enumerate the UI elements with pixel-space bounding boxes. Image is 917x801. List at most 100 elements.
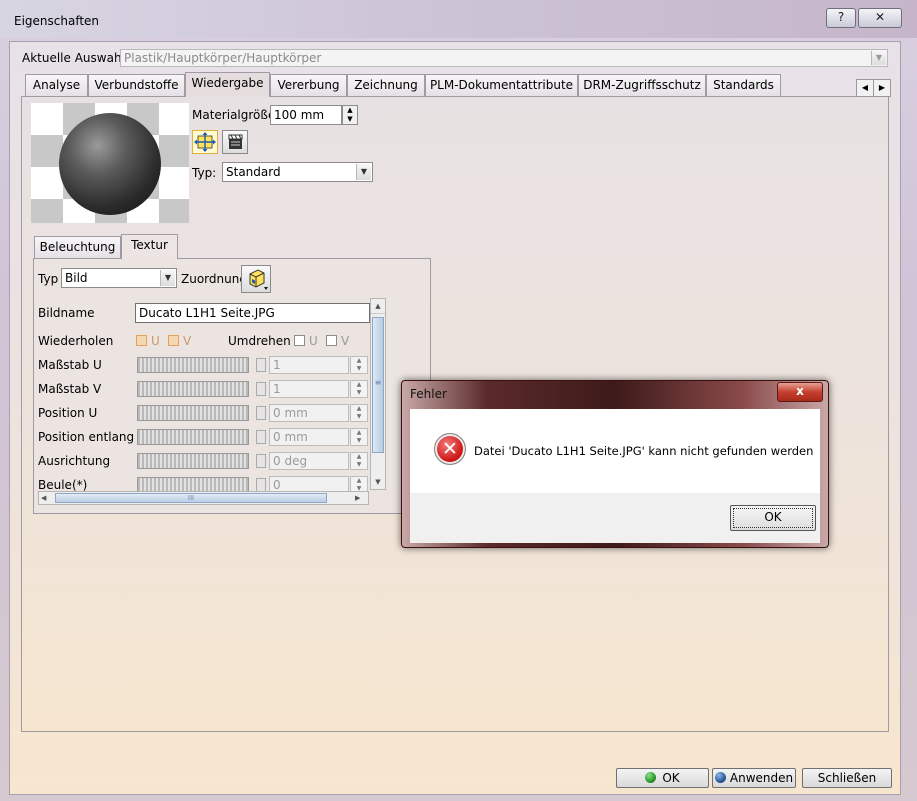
title-bar[interactable]: Eigenschaften ? ✕: [0, 0, 917, 38]
cube-mapping-icon: [249, 269, 268, 290]
flip-u-checkbox[interactable]: [294, 335, 305, 346]
flip-label: Umdrehen: [228, 334, 291, 348]
ok-button-label: OK: [662, 771, 680, 785]
mapping-editor-button[interactable]: [222, 130, 248, 154]
error-x-icon: ✕: [434, 433, 466, 465]
selection-label: Aktuelle Auswahl:: [22, 51, 129, 65]
param-spinner[interactable]: ▲ ▼: [350, 404, 368, 422]
chevron-down-icon: ▼: [160, 270, 175, 286]
green-dot-icon: [645, 772, 657, 783]
param-value-field[interactable]: 0 mm: [269, 404, 349, 422]
fit-size-button[interactable]: [192, 130, 218, 154]
param-slider-button[interactable]: [256, 478, 266, 492]
tab-standards[interactable]: Standards: [706, 74, 781, 96]
param-label: Ausrichtung: [38, 454, 111, 468]
param-slider[interactable]: [137, 453, 249, 469]
repeat-u-label: U: [151, 334, 160, 348]
param-slider-button[interactable]: [256, 454, 266, 468]
chevron-down-icon: ▼: [356, 164, 371, 180]
tab-drm-zugriffsschutz[interactable]: DRM-Zugriffsschutz: [578, 74, 706, 96]
param-value-field[interactable]: 1: [269, 380, 349, 398]
param-label: Position U: [38, 406, 98, 420]
ok-button[interactable]: OK: [616, 768, 709, 788]
tab-vererbung[interactable]: Vererbung: [270, 74, 347, 96]
param-slider[interactable]: [137, 405, 249, 421]
selection-combo: Plastik/Hauptkörper/Hauptkörper ▼: [120, 49, 888, 67]
h-scroll-thumb[interactable]: III: [55, 493, 327, 503]
error-dialog-close-button[interactable]: x: [777, 382, 823, 402]
scroll-left-icon[interactable]: ◀: [41, 492, 46, 504]
repeat-v-label: V: [183, 334, 192, 348]
tab-scroll-right-icon[interactable]: ▶: [873, 79, 891, 97]
clapperboard-icon: [228, 134, 243, 149]
param-spinner[interactable]: ▲ ▼: [350, 428, 368, 446]
param-label: Maßstab U: [38, 358, 102, 372]
error-dialog-footer: OK: [410, 493, 820, 543]
tab-scroll-left-icon[interactable]: ◀: [856, 79, 874, 97]
tab-verbundstoffe[interactable]: Verbundstoffe: [88, 74, 185, 96]
param-spinner[interactable]: ▲ ▼: [350, 356, 368, 374]
error-message: Datei 'Ducato L1H1 Seite.JPG' kann nicht…: [474, 444, 814, 458]
texture-horizontal-scrollbar[interactable]: ◀ III ▶: [38, 491, 369, 505]
repeat-u-checkbox[interactable]: [136, 335, 147, 346]
apply-button[interactable]: Anwenden: [712, 768, 796, 788]
properties-window: Eigenschaften ? ✕ Aktuelle Auswahl: Plas…: [0, 0, 917, 801]
chevron-down-icon: ▼: [871, 51, 886, 65]
param-slider[interactable]: [137, 429, 249, 445]
image-name-input[interactable]: Ducato L1H1 Seite.JPG: [135, 303, 370, 323]
param-spinner[interactable]: ▲ ▼: [350, 452, 368, 470]
param-label: Maßstab V: [38, 382, 102, 396]
param-slider[interactable]: [137, 381, 249, 397]
mapping-button[interactable]: [241, 265, 271, 293]
param-slider-button[interactable]: [256, 358, 266, 372]
param-value-field[interactable]: 0 deg: [269, 452, 349, 470]
texture-type-select[interactable]: Bild ▼: [61, 268, 177, 288]
param-slider[interactable]: [137, 357, 249, 373]
error-ok-button[interactable]: OK: [730, 505, 816, 531]
scroll-down-icon[interactable]: ▼: [371, 475, 385, 489]
fit-arrows-icon: [194, 132, 216, 152]
tab-zeichnung[interactable]: Zeichnung: [347, 74, 425, 96]
material-size-spinner[interactable]: ▲ ▼: [342, 105, 358, 125]
tab-textur[interactable]: Textur: [121, 234, 178, 259]
blue-dot-icon: [714, 772, 726, 783]
param-label: Beule(*): [38, 478, 88, 492]
mapping-label: Zuordnung: [181, 272, 247, 286]
param-slider-button[interactable]: [256, 382, 266, 396]
sphere-preview-icon: [59, 113, 161, 215]
flip-v-label: V: [341, 334, 350, 348]
material-size-label: Materialgröße:: [192, 108, 280, 122]
close-button[interactable]: Schließen: [802, 768, 892, 788]
tab-analyse[interactable]: Analyse: [25, 74, 88, 96]
texture-vertical-scrollbar[interactable]: ▲ ≡ ▼: [370, 298, 386, 490]
error-dialog-title: Fehler: [410, 387, 447, 401]
help-button[interactable]: ?: [826, 8, 856, 28]
repeat-v-checkbox[interactable]: [168, 335, 179, 346]
param-value-field[interactable]: 1: [269, 356, 349, 374]
scroll-up-icon[interactable]: ▲: [371, 299, 385, 314]
scroll-right-icon[interactable]: ▶: [355, 492, 360, 504]
error-dialog-body: ✕ Datei 'Ducato L1H1 Seite.JPG' kann nic…: [410, 409, 820, 493]
tab-wiedergabe[interactable]: Wiedergabe: [185, 72, 270, 97]
window-title: Eigenschaften: [14, 14, 100, 28]
material-size-input[interactable]: 100 mm: [270, 105, 342, 125]
image-name-label: Bildname: [38, 306, 95, 320]
param-label: Position entlang V: [38, 430, 147, 444]
repeat-label: Wiederholen: [38, 334, 114, 348]
error-dialog: Fehler x ✕ Datei 'Ducato L1H1 Seite.JPG'…: [401, 380, 829, 548]
param-slider-button[interactable]: [256, 406, 266, 420]
flip-v-checkbox[interactable]: [326, 335, 337, 346]
render-type-select[interactable]: Standard ▼: [222, 162, 373, 182]
apply-button-label: Anwenden: [729, 771, 794, 785]
scroll-thumb[interactable]: ≡: [372, 317, 384, 453]
tab-plm-dokumentattribute[interactable]: PLM-Dokumentattribute: [425, 74, 578, 96]
render-type-label: Typ:: [192, 166, 217, 180]
selection-value: Plastik/Hauptkörper/Hauptkörper: [124, 51, 322, 65]
window-close-button[interactable]: ✕: [858, 8, 902, 28]
param-spinner[interactable]: ▲ ▼: [350, 380, 368, 398]
texture-type-label: Typ: [38, 272, 59, 286]
render-type-value: Standard: [226, 165, 281, 179]
param-value-field[interactable]: 0 mm: [269, 428, 349, 446]
param-slider-button[interactable]: [256, 430, 266, 444]
tab-beleuchtung[interactable]: Beleuchtung: [34, 236, 121, 258]
